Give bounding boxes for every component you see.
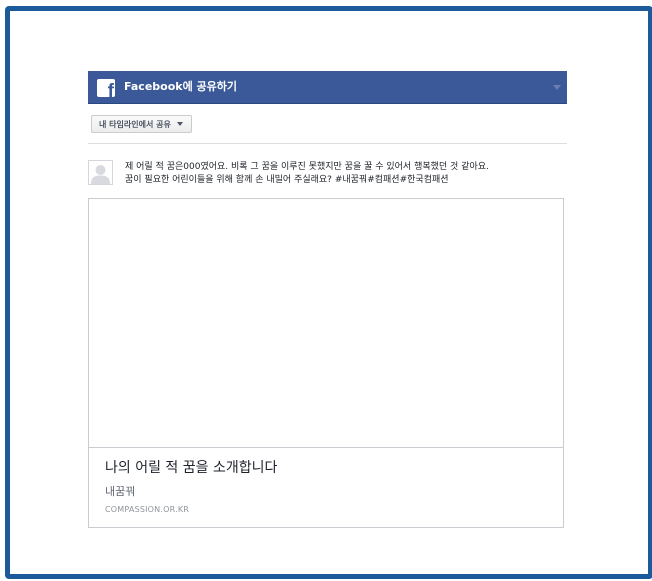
dialog-header: f Facebook에 공유하기 [88,71,567,104]
share-message-text[interactable]: 제 어릴 적 꿈은000였어요. 비록 그 꿈을 이루진 못했지만 꿈을 꿀 수… [125,161,573,187]
message-line-2: 꿈이 필요한 어린이들을 위해 함께 손 내밀어 주실래요? #내꿈꿔#컴패션#… [125,175,449,185]
link-preview-description: 내꿈꿔 [105,485,136,498]
facebook-logo-icon: f [97,79,115,97]
facebook-logo-letter: f [107,81,114,97]
audience-selector-button[interactable]: 내 타임라인에서 공유 [91,115,192,133]
divider [88,143,567,144]
link-preview-title: 나의 어릴 적 꿈을 소개합니다 [105,460,278,476]
caret-down-icon [176,122,183,126]
dialog-title: Facebook에 공유하기 [124,80,238,93]
link-preview-image [89,199,563,448]
default-profile-icon [89,161,112,184]
chevron-down-icon[interactable] [553,85,561,90]
message-line-1: 제 어릴 적 꿈은000였어요. 비록 그 꿈을 이루진 못했지만 꿈을 꿀 수… [125,162,489,172]
share-dialog: f Facebook에 공유하기 내 타임라인에서 공유 제 어릴 적 꿈은00… [88,71,567,531]
link-preview-card[interactable]: 나의 어릴 적 꿈을 소개합니다 내꿈꿔 COMPASSION.OR.KR [88,198,564,528]
avatar [88,160,113,185]
link-preview-domain: COMPASSION.OR.KR [105,505,190,514]
audience-selector-label: 내 타임라인에서 공유 [99,119,171,129]
